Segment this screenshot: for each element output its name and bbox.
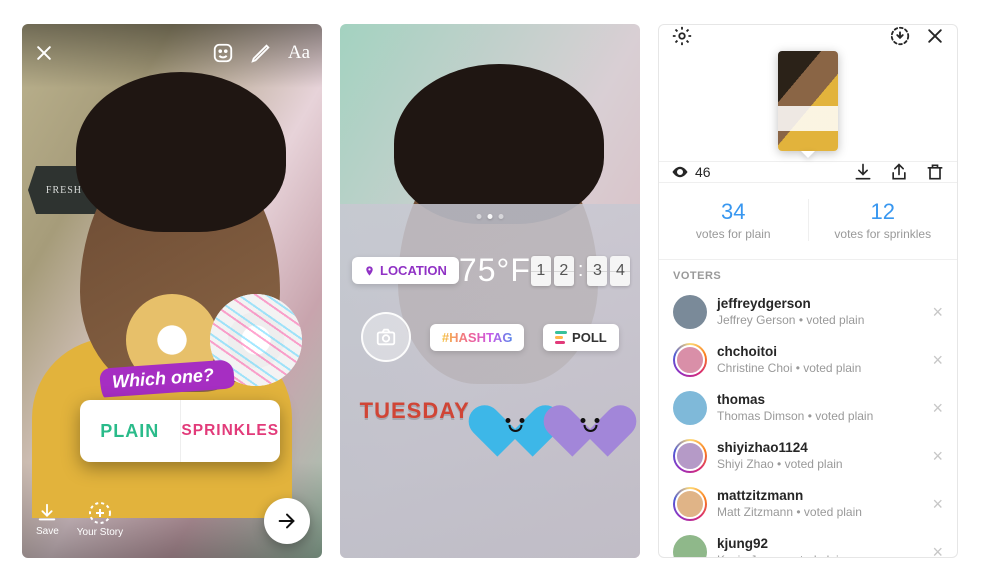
poll-option-a[interactable]: PLAIN: [80, 400, 181, 462]
voter-username: thomas: [717, 392, 922, 409]
clock-digit: 3: [587, 256, 607, 286]
story-thumbnail-wrap: [659, 47, 957, 161]
poll-sticker[interactable]: PLAIN SPRINKLES: [80, 400, 280, 462]
remove-voter-icon[interactable]: ×: [932, 399, 943, 417]
selfie-sticker[interactable]: [361, 312, 411, 362]
poll-option-b[interactable]: SPRINKLES: [181, 400, 281, 462]
poll-bars-icon: [555, 331, 567, 344]
share-icon[interactable]: [889, 162, 909, 182]
download-icon[interactable]: [853, 162, 873, 182]
draw-icon[interactable]: [250, 42, 272, 64]
avatar[interactable]: [675, 489, 705, 519]
location-sticker[interactable]: LOCATION: [352, 257, 459, 284]
voters-header: VOTERS: [659, 259, 957, 288]
editor-topbar: Aa: [22, 38, 322, 68]
voter-row[interactable]: chchoitoiChristine Choi • voted plain ×: [659, 336, 957, 384]
story-thumbnail[interactable]: [778, 51, 838, 151]
result-plain-label: votes for plain: [659, 227, 808, 241]
heart-sticker-blue[interactable]: [485, 384, 545, 438]
settings-icon[interactable]: [671, 25, 693, 47]
voter-subtitle: Shiyi Zhao • voted plain: [717, 457, 922, 472]
voter-row[interactable]: mattzitzmannMatt Zitzmann • voted plain ×: [659, 480, 957, 528]
your-story-button[interactable]: Your Story: [77, 501, 123, 538]
avatar[interactable]: [673, 391, 707, 425]
time-sticker[interactable]: 1 2 : 3 4: [531, 256, 631, 286]
sticker-tray-screen: LOCATION 75°F 1 2 : 3 4 #HASHTAG POLL TU…: [340, 24, 640, 558]
background-hair: [76, 72, 286, 232]
remove-voter-icon[interactable]: ×: [932, 351, 943, 369]
close-icon[interactable]: [925, 26, 945, 46]
view-count-number: 46: [695, 164, 711, 180]
result-sprinkles-count: 12: [809, 199, 958, 225]
temperature-sticker[interactable]: 75°F: [459, 252, 531, 289]
result-plain: 34 votes for plain: [659, 199, 809, 241]
story-editor-screen: FRESH PIES Aa Which one? PLAIN SPRINKLES…: [22, 24, 322, 558]
remove-voter-icon[interactable]: ×: [932, 447, 943, 465]
voter-subtitle: Jeffrey Gerson • voted plain: [717, 313, 922, 328]
voter-row[interactable]: thomasThomas Dimson • voted plain ×: [659, 384, 957, 432]
voter-subtitle: Thomas Dimson • voted plain: [717, 409, 922, 424]
heart-sticker-purple[interactable]: [560, 384, 620, 438]
delete-icon[interactable]: [925, 162, 945, 182]
voter-subtitle: Christine Choi • voted plain: [717, 361, 922, 376]
poll-sticker-option[interactable]: POLL: [543, 324, 619, 351]
tray-grabber[interactable]: [477, 214, 504, 219]
voter-username: jeffreydgerson: [717, 296, 922, 313]
avatar[interactable]: [673, 295, 707, 329]
remove-voter-icon[interactable]: ×: [932, 495, 943, 513]
voter-username: chchoitoi: [717, 344, 922, 361]
poll-label: POLL: [572, 330, 607, 345]
send-to-button[interactable]: [264, 498, 310, 544]
stickers-icon[interactable]: [212, 42, 234, 64]
avatar[interactable]: [675, 345, 705, 375]
close-icon[interactable]: [34, 43, 54, 63]
sticker-row-3: TUESDAY: [340, 384, 640, 438]
text-tool[interactable]: Aa: [288, 42, 310, 64]
voter-subtitle: Kevin Jung • voted plain: [717, 553, 922, 558]
voter-username: mattzitzmann: [717, 488, 922, 505]
save-to-highlight-icon[interactable]: [889, 25, 911, 47]
background-hair: [394, 64, 604, 224]
voter-row[interactable]: shiyizhao1124Shiyi Zhao • voted plain ×: [659, 432, 957, 480]
result-sprinkles: 12 votes for sprinkles: [809, 199, 958, 241]
viewers-meta-row: 46: [659, 161, 957, 183]
avatar[interactable]: [675, 441, 705, 471]
poll-results: 34 votes for plain 12 votes for sprinkle…: [659, 183, 957, 259]
clock-digit: 1: [531, 256, 551, 286]
your-story-label: Your Story: [77, 527, 123, 538]
result-plain-count: 34: [659, 199, 808, 225]
voter-username: shiyizhao1124: [717, 440, 922, 457]
location-label: LOCATION: [380, 263, 447, 278]
voter-row[interactable]: kjung92Kevin Jung • voted plain ×: [659, 528, 957, 558]
avatar[interactable]: [673, 535, 707, 558]
remove-voter-icon[interactable]: ×: [932, 303, 943, 321]
sticker-row-2: #HASHTAG POLL: [340, 312, 640, 362]
clock-digit: 4: [610, 256, 630, 286]
voters-list: jeffreydgersonJeffrey Gerson • voted pla…: [659, 288, 957, 558]
story-viewers-screen: 46 34 votes for plain 12 votes for sprin…: [658, 24, 958, 558]
voter-username: kjung92: [717, 536, 922, 553]
result-sprinkles-label: votes for sprinkles: [809, 227, 958, 241]
voter-subtitle: Matt Zitzmann • voted plain: [717, 505, 922, 520]
day-sticker[interactable]: TUESDAY: [360, 398, 470, 424]
view-count: 46: [671, 163, 711, 181]
remove-voter-icon[interactable]: ×: [932, 543, 943, 558]
sticker-row-1: LOCATION 75°F 1 2 : 3 4: [340, 252, 640, 289]
viewers-actions: [853, 162, 945, 182]
viewers-topbar: [659, 25, 957, 47]
save-label: Save: [36, 526, 59, 537]
editor-tools: Aa: [212, 42, 310, 64]
clock-digit: 2: [554, 256, 574, 286]
save-button[interactable]: Save: [36, 502, 59, 537]
hashtag-label: #HASHTAG: [442, 330, 513, 345]
hashtag-sticker[interactable]: #HASHTAG: [430, 324, 525, 351]
voter-row[interactable]: jeffreydgersonJeffrey Gerson • voted pla…: [659, 288, 957, 336]
